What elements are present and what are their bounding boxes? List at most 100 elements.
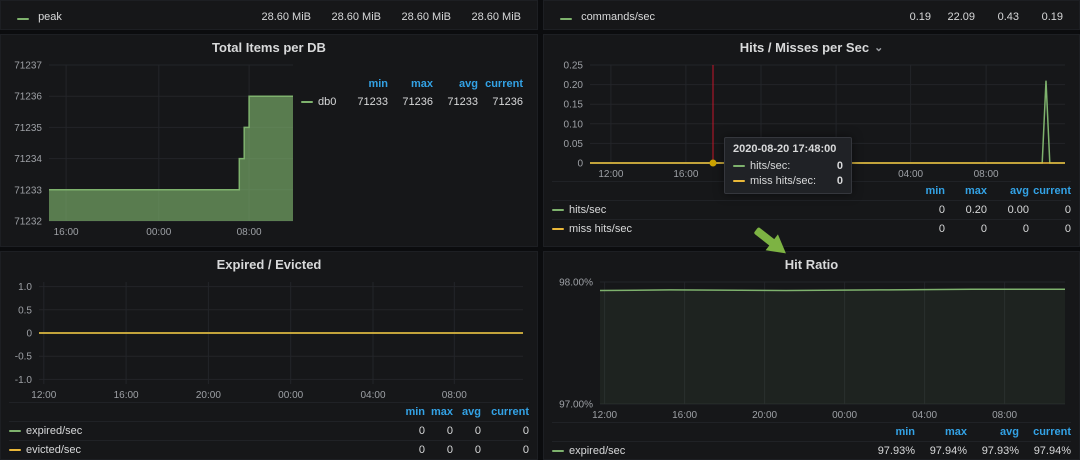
series-color-swatch: [733, 179, 745, 182]
series-color-swatch: [733, 164, 745, 167]
svg-text:71234: 71234: [14, 154, 42, 165]
legend-value: 0.20: [965, 204, 987, 216]
svg-text:16:00: 16:00: [54, 227, 79, 238]
svg-text:-0.5: -0.5: [15, 352, 33, 363]
legend-value: 0.19: [909, 11, 931, 23]
hit-ratio-chart[interactable]: 97.00% 98.00% 12:00 16:00 20:00 00:00 04:00 08:…: [552, 276, 1073, 422]
svg-text:20:00: 20:00: [196, 390, 221, 401]
legend-header-min[interactable]: min: [397, 406, 425, 418]
legend-header-min[interactable]: min: [343, 78, 388, 90]
chevron-down-icon: ⌄: [874, 41, 884, 54]
svg-text:1.0: 1.0: [18, 282, 32, 293]
svg-text:0.10: 0.10: [564, 119, 584, 130]
legend-item-commands[interactable]: commands/sec: [560, 11, 655, 23]
series-color-swatch: [17, 18, 29, 20]
legend-row: hits/sec 0 0.20 0.00 0: [552, 200, 1071, 219]
legend-value: 28.60 MiB: [331, 11, 381, 23]
legend-value: 0.00: [1007, 204, 1029, 216]
legend-header-current[interactable]: current: [1019, 426, 1071, 438]
legend-header-min[interactable]: min: [863, 426, 915, 438]
panel-commands-cropped: commands/sec 0.19 22.09 0.43 0.19: [543, 0, 1080, 30]
series-color-swatch: [552, 450, 564, 452]
legend-item-evicted-sec[interactable]: evicted/sec: [9, 444, 397, 456]
legend-header-avg[interactable]: avg: [987, 185, 1029, 197]
panel-peak-cropped: peak 28.60 MiB 28.60 MiB 28.60 MiB 28.60…: [0, 0, 538, 30]
legend-header-max[interactable]: max: [915, 426, 967, 438]
svg-text:16:00: 16:00: [673, 169, 698, 180]
legend-header-max[interactable]: max: [945, 185, 987, 197]
legend-header-current[interactable]: current: [481, 406, 529, 418]
svg-text:16:00: 16:00: [114, 390, 139, 401]
legend-value: 28.60 MiB: [261, 11, 311, 23]
grafana-dashboard: peak 28.60 MiB 28.60 MiB 28.60 MiB 28.60…: [0, 0, 1080, 460]
svg-text:0.5: 0.5: [18, 305, 32, 316]
legend-item-peak[interactable]: peak: [17, 11, 62, 23]
svg-text:0.20: 0.20: [564, 80, 584, 91]
series-label: peak: [38, 11, 62, 23]
series-color-swatch: [552, 228, 564, 230]
legend-value: 22.09: [947, 11, 975, 23]
svg-text:00:00: 00:00: [146, 227, 171, 238]
svg-text:97.00%: 97.00%: [559, 400, 593, 411]
panel-title[interactable]: Expired / Evicted: [1, 252, 537, 276]
legend-value: 0.19: [1041, 11, 1063, 23]
legend-value: 71236: [402, 96, 433, 108]
legend-value: 0: [446, 444, 453, 456]
legend-value: 0: [474, 425, 481, 437]
legend-header-max[interactable]: max: [388, 78, 433, 90]
panel-hit-ratio: Hit Ratio 97.00% 98.00% 12:00 16:00 20:00 00:…: [543, 251, 1080, 460]
legend-value: 0: [1064, 223, 1071, 235]
tooltip-series-value: 0: [836, 159, 843, 172]
svg-text:04:00: 04:00: [360, 390, 385, 401]
legend-value: 71233: [447, 96, 478, 108]
tooltip-series-label: miss hits/sec:: [750, 174, 817, 187]
total-items-chart[interactable]: 71232 71233 71234 71235 71236 71237 16:00 00:00…: [9, 59, 301, 239]
expired-evicted-chart[interactable]: 1.0 0.5 0 -0.5 -1.0 12:00 16:00 20:00 00:00 04:00…: [9, 276, 531, 402]
legend-header-avg[interactable]: avg: [433, 78, 478, 90]
legend-header-max[interactable]: max: [425, 406, 453, 418]
legend-header-current[interactable]: current: [478, 78, 523, 90]
svg-text:00:00: 00:00: [832, 410, 857, 421]
panel-title[interactable]: Hits / Misses per Sec ⌄: [544, 35, 1079, 59]
tooltip-timestamp: 2020-08-20 17:48:00: [733, 143, 837, 155]
svg-text:0.05: 0.05: [564, 139, 584, 150]
panel-title[interactable]: Total Items per DB: [1, 35, 537, 59]
legend-item-expired-sec[interactable]: expired/sec: [552, 445, 863, 457]
panel-title[interactable]: Hit Ratio: [544, 252, 1079, 276]
legend-value: 97.94%: [929, 445, 967, 457]
svg-text:0: 0: [26, 329, 32, 340]
legend-item-expired-sec[interactable]: expired/sec: [9, 425, 397, 437]
legend-item-hits-sec[interactable]: hits/sec: [552, 204, 903, 216]
series-color-swatch: [9, 449, 21, 451]
svg-text:04:00: 04:00: [898, 169, 923, 180]
legend-row: evicted/sec 0 0 0 0: [9, 440, 529, 459]
legend-header-current[interactable]: current: [1029, 185, 1071, 197]
legend-value: 0: [446, 425, 453, 437]
legend-value: 28.60 MiB: [401, 11, 451, 23]
series-label: commands/sec: [581, 11, 656, 23]
legend-header-min[interactable]: min: [903, 185, 945, 197]
arrow-annotation: [748, 224, 802, 273]
svg-text:98.00%: 98.00%: [559, 278, 593, 289]
legend-value: 0: [1064, 204, 1071, 216]
legend-value: 97.93%: [877, 445, 915, 457]
svg-text:12:00: 12:00: [31, 390, 56, 401]
legend-header-avg[interactable]: avg: [967, 426, 1019, 438]
legend-item-miss-hits-sec[interactable]: miss hits/sec: [552, 223, 903, 235]
legend-row: expired/sec 0 0 0 0: [9, 421, 529, 440]
series-color-swatch: [552, 209, 564, 211]
svg-text:08:00: 08:00: [992, 410, 1017, 421]
series-color-swatch: [9, 430, 21, 432]
legend-item-db0[interactable]: db0: [301, 96, 343, 108]
panel-hits-misses-per-sec: Hits / Misses per Sec ⌄ 0 0.05 0.10 0.15 0.2…: [543, 34, 1080, 247]
legend-row: miss hits/sec 0 0 0 0: [552, 219, 1071, 238]
legend-header-avg[interactable]: avg: [453, 406, 481, 418]
svg-text:0: 0: [577, 159, 583, 170]
legend-value: 97.93%: [981, 445, 1019, 457]
legend-value: 0.43: [997, 11, 1019, 23]
series-color-swatch: [560, 18, 572, 20]
legend-value: 28.60 MiB: [471, 11, 521, 23]
legend-value: 71233: [357, 96, 388, 108]
svg-text:71233: 71233: [14, 185, 42, 196]
legend-value: 0: [522, 444, 529, 456]
